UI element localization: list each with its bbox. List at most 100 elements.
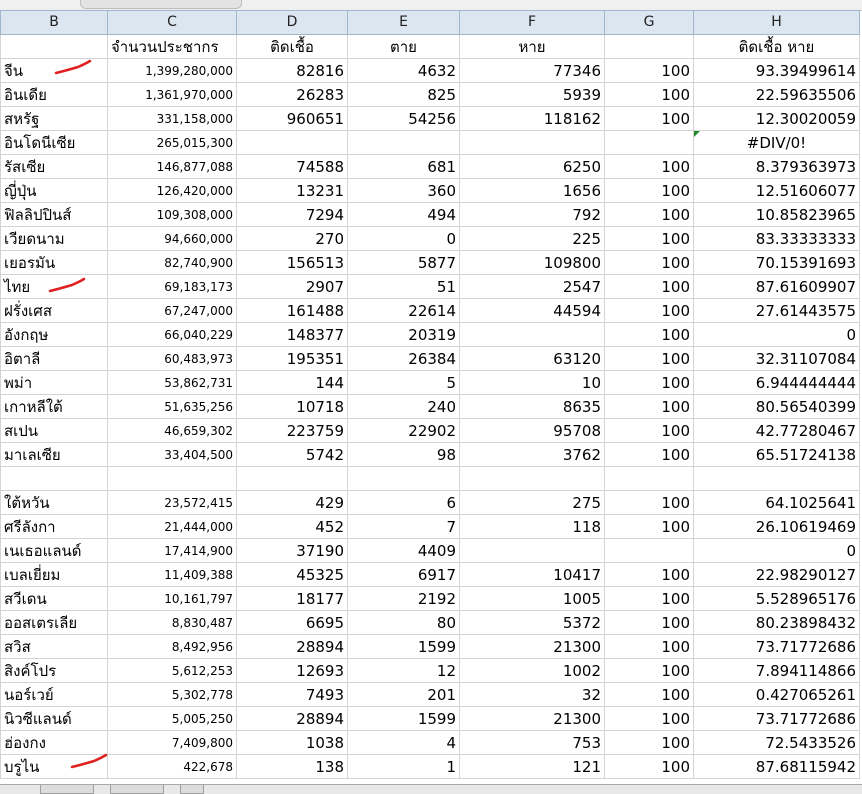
cell-population[interactable]: 5,612,253 (107, 658, 237, 683)
cell-infected[interactable]: 82816 (236, 58, 348, 83)
cell-country[interactable] (0, 466, 108, 491)
cell-ratio[interactable]: 12.30020059 (693, 106, 860, 131)
cell-infected[interactable]: 26283 (236, 82, 348, 107)
cell-deaths[interactable]: 4409 (347, 538, 460, 563)
cell-ratio[interactable]: #DIV/0! (693, 130, 860, 155)
cell-g[interactable]: 100 (604, 226, 694, 251)
cell-g[interactable]: 100 (604, 370, 694, 395)
cell-infected[interactable]: 148377 (236, 322, 348, 347)
cell-deaths[interactable] (347, 130, 460, 155)
cell-ratio[interactable]: 80.23898432 (693, 610, 860, 635)
column-header-f[interactable]: F (459, 10, 605, 35)
cell-ratio[interactable]: 27.61443575 (693, 298, 860, 323)
cell-infected[interactable]: 960651 (236, 106, 348, 131)
cell-deaths[interactable]: 1599 (347, 706, 460, 731)
cell-country[interactable]: ใต้หวัน (0, 490, 108, 515)
cell-infected[interactable]: 452 (236, 514, 348, 539)
cell-infected[interactable]: 156513 (236, 250, 348, 275)
cell-recovered[interactable]: 1002 (459, 658, 605, 683)
cell-infected[interactable]: 7294 (236, 202, 348, 227)
cell-infected[interactable]: 6695 (236, 610, 348, 635)
cell-ratio[interactable] (693, 466, 860, 491)
cell-deaths[interactable]: 240 (347, 394, 460, 419)
cell-deaths[interactable]: 1 (347, 754, 460, 779)
cell-population[interactable]: 10,161,797 (107, 586, 237, 611)
cell-infected[interactable]: 429 (236, 490, 348, 515)
cell-country[interactable]: ญี่ปุ่น (0, 178, 108, 203)
cell-country[interactable]: รัสเซีย (0, 154, 108, 179)
cell-header-b[interactable] (0, 34, 108, 59)
cell-g[interactable]: 100 (604, 562, 694, 587)
cell-recovered[interactable]: 109800 (459, 250, 605, 275)
cell-ratio[interactable]: 73.71772686 (693, 634, 860, 659)
cell-g[interactable]: 100 (604, 706, 694, 731)
cell-deaths[interactable]: 22614 (347, 298, 460, 323)
cell-population[interactable]: 8,492,956 (107, 634, 237, 659)
cell-deaths[interactable] (347, 466, 460, 491)
cell-population[interactable]: 1,361,970,000 (107, 82, 237, 107)
cell-g[interactable]: 100 (604, 58, 694, 83)
cell-g[interactable]: 100 (604, 490, 694, 515)
cell-country[interactable]: อังกฤษ (0, 322, 108, 347)
cell-ratio[interactable]: 83.33333333 (693, 226, 860, 251)
cell-country[interactable]: อิตาลี (0, 346, 108, 371)
cell-infected[interactable]: 2907 (236, 274, 348, 299)
cell-ratio[interactable]: 8.379363973 (693, 154, 860, 179)
cell-recovered[interactable]: 5372 (459, 610, 605, 635)
cell-deaths[interactable]: 12 (347, 658, 460, 683)
cell-g[interactable]: 100 (604, 178, 694, 203)
cell-country[interactable]: ฟิลลิปปินส์ (0, 202, 108, 227)
cell-g[interactable]: 100 (604, 322, 694, 347)
cell-country[interactable]: มาเลเซีย (0, 442, 108, 467)
cell-deaths[interactable]: 5 (347, 370, 460, 395)
cell-g[interactable]: 100 (604, 634, 694, 659)
column-header-c[interactable]: C (107, 10, 237, 35)
cell-g[interactable]: 100 (604, 106, 694, 131)
cell-deaths[interactable]: 26384 (347, 346, 460, 371)
cell-recovered[interactable]: 44594 (459, 298, 605, 323)
cell-g[interactable]: 100 (604, 442, 694, 467)
cell-population[interactable]: 265,015,300 (107, 130, 237, 155)
cell-country[interactable]: ฝรั่งเศส (0, 298, 108, 323)
cell-ratio[interactable]: 7.894114866 (693, 658, 860, 683)
cell-infected[interactable]: 5742 (236, 442, 348, 467)
cell-deaths[interactable]: 4 (347, 730, 460, 755)
cell-g[interactable]: 100 (604, 514, 694, 539)
cell-population[interactable]: 60,483,973 (107, 346, 237, 371)
cell-infected[interactable]: 28894 (236, 634, 348, 659)
cell-ratio[interactable]: 22.98290127 (693, 562, 860, 587)
cell-ratio[interactable]: 22.59635506 (693, 82, 860, 107)
cell-population[interactable]: 11,409,388 (107, 562, 237, 587)
cell-deaths[interactable]: 494 (347, 202, 460, 227)
cell-deaths[interactable]: 825 (347, 82, 460, 107)
cell-deaths[interactable]: 360 (347, 178, 460, 203)
column-header-g[interactable]: G (604, 10, 694, 35)
cell-deaths[interactable]: 20319 (347, 322, 460, 347)
cell-population[interactable]: 1,399,280,000 (107, 58, 237, 83)
cell-population[interactable]: 94,660,000 (107, 226, 237, 251)
cell-country[interactable]: สิงค์โปร (0, 658, 108, 683)
cell-ratio[interactable]: 10.85823965 (693, 202, 860, 227)
cell-recovered[interactable]: 118162 (459, 106, 605, 131)
cell-population[interactable]: 46,659,302 (107, 418, 237, 443)
cell-header-g[interactable] (604, 34, 694, 59)
cell-g[interactable] (604, 538, 694, 563)
cell-recovered[interactable]: 95708 (459, 418, 605, 443)
cell-ratio[interactable]: 87.61609907 (693, 274, 860, 299)
cell-ratio[interactable]: 93.39499614 (693, 58, 860, 83)
cell-recovered[interactable]: 32 (459, 682, 605, 707)
cell-g[interactable]: 100 (604, 346, 694, 371)
cell-deaths[interactable]: 6 (347, 490, 460, 515)
cell-ratio[interactable]: 73.71772686 (693, 706, 860, 731)
cell-deaths[interactable]: 201 (347, 682, 460, 707)
cell-population[interactable]: 5,302,778 (107, 682, 237, 707)
cell-recovered[interactable] (459, 538, 605, 563)
cell-g[interactable]: 100 (604, 154, 694, 179)
cell-infected[interactable]: 74588 (236, 154, 348, 179)
cell-infected[interactable] (236, 466, 348, 491)
cell-country[interactable]: ศรีลังกา (0, 514, 108, 539)
cell-population[interactable]: 69,183,173 (107, 274, 237, 299)
cell-g[interactable]: 100 (604, 298, 694, 323)
cell-recovered[interactable]: 225 (459, 226, 605, 251)
cell-population[interactable]: 5,005,250 (107, 706, 237, 731)
